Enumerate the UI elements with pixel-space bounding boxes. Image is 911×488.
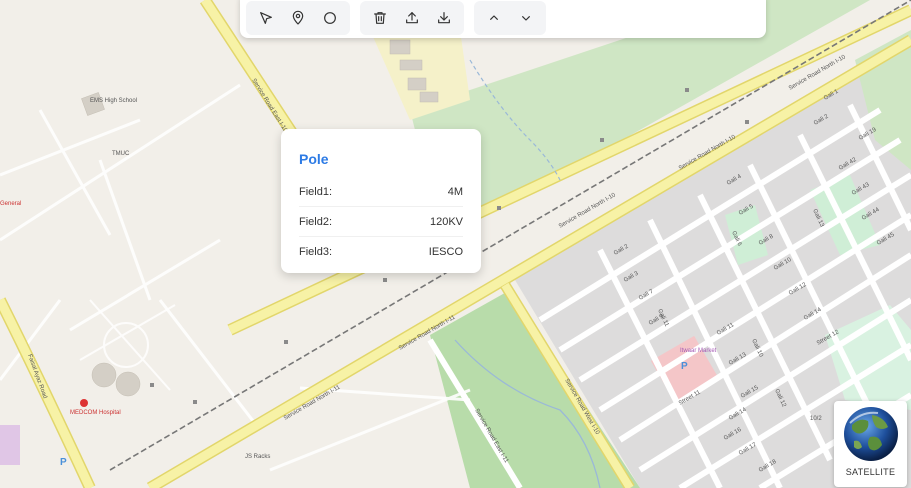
popup-field-row: Field1: 4M — [299, 177, 463, 207]
map-toolbar — [240, 0, 766, 38]
park-icon: P — [60, 457, 67, 468]
poi-label: MEDCOM Hospital — [70, 410, 121, 416]
move-down-button[interactable] — [510, 3, 542, 33]
toolbar-group-nav — [474, 1, 546, 35]
feature-popup: Pole Field1: 4M Field2: 120KV Field3: IE… — [281, 129, 481, 273]
field-value: 4M — [447, 185, 463, 198]
field-label: Field1: — [299, 185, 333, 198]
field-value: IESCO — [428, 245, 463, 258]
satellite-toggle[interactable]: SATELLITE — [834, 401, 907, 487]
poi-label: EMS High School — [90, 98, 137, 104]
satellite-label: SATELLITE — [845, 467, 896, 477]
park-icon: P — [681, 361, 688, 372]
globe-icon — [843, 407, 898, 461]
hospital-icon — [80, 399, 88, 407]
field-label: Field2: — [299, 215, 333, 228]
toolbar-group-file — [360, 1, 464, 35]
purple-area — [0, 425, 20, 465]
select-icon — [260, 12, 272, 24]
poi-label: General — [0, 201, 21, 207]
move-up-button[interactable] — [478, 3, 510, 33]
chevron-down-icon — [522, 16, 530, 21]
poi-label: Itwaar Market — [680, 348, 717, 354]
download-button[interactable] — [428, 3, 460, 33]
poi-label: 10/2 — [810, 416, 822, 422]
marker-icon — [292, 10, 304, 25]
upload-icon — [406, 12, 418, 24]
popup-title: Pole — [299, 151, 329, 167]
field-value: 120KV — [429, 215, 463, 228]
popup-field-row: Field2: 120KV — [299, 207, 463, 237]
poi-label: JS Racks — [245, 454, 270, 460]
circle-button[interactable] — [314, 3, 346, 33]
circle-icon — [324, 12, 336, 24]
popup-field-row: Field3: IESCO — [299, 237, 463, 266]
select-button[interactable] — [250, 3, 282, 33]
field-label: Field3: — [299, 245, 333, 258]
chevron-up-icon — [490, 15, 498, 20]
toolbar-group-draw — [246, 1, 350, 35]
poi-label: TMUC — [112, 151, 130, 157]
download-icon — [438, 12, 450, 24]
marker-button[interactable] — [282, 3, 314, 33]
upload-button[interactable] — [396, 3, 428, 33]
delete-button[interactable] — [364, 3, 396, 33]
trash-icon — [374, 12, 386, 24]
